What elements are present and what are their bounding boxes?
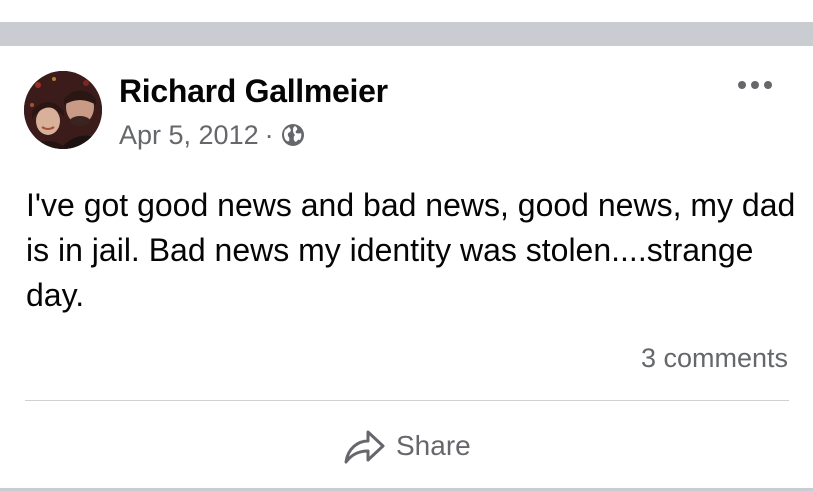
post-meta: Apr 5, 2012 · [119,117,306,153]
globe-icon [280,122,306,148]
more-options-button[interactable] [733,72,777,100]
meta-separator: · [264,119,274,150]
feed-separator [0,22,813,46]
share-label: Share [396,430,471,461]
share-button[interactable]: Share [342,424,471,468]
post-card: Richard Gallmeier Apr 5, 2012 · I've got… [0,0,813,491]
author-avatar[interactable] [24,71,102,149]
more-options-icon [737,77,773,95]
post-date[interactable]: Apr 5, 2012 [119,120,259,151]
share-arrow-icon [342,426,386,466]
top-strip [0,0,813,22]
action-divider [25,400,789,401]
comments-count-link[interactable]: 3 comments [641,341,788,375]
author-name[interactable]: Richard Gallmeier [119,71,388,111]
post-text: I've got good news and bad news, good ne… [26,187,796,313]
